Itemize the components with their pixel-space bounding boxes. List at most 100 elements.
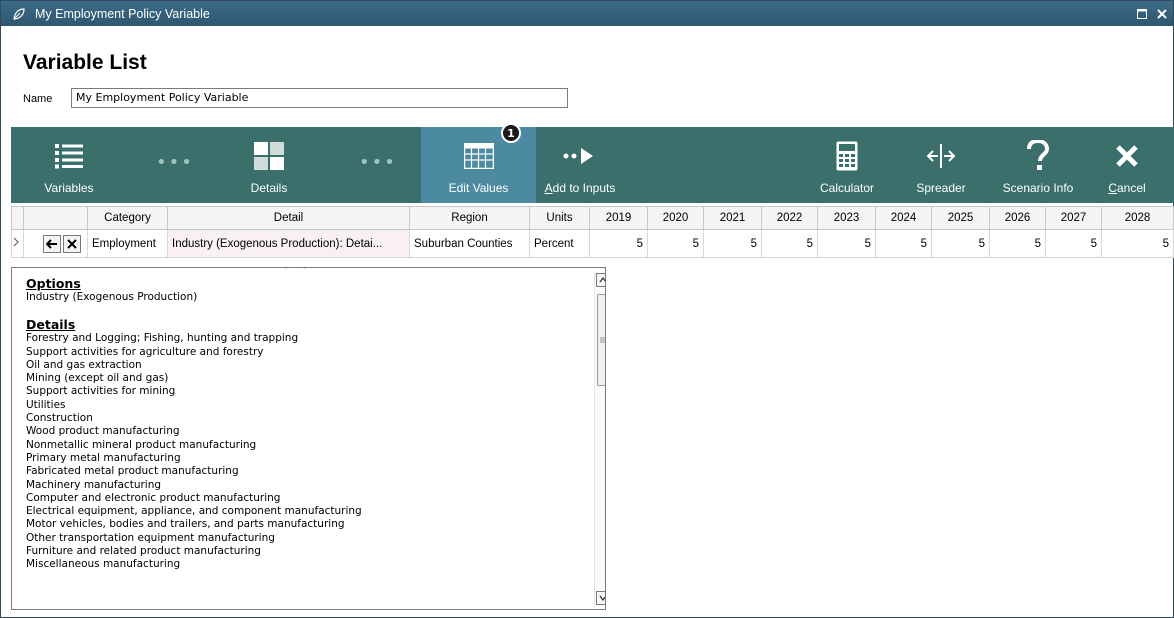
list-item[interactable]: Oil and gas extraction [26,359,581,372]
step-dots: ••• [359,152,397,173]
spreader-icon [926,139,956,173]
scenario-info-button[interactable]: Scenario Info [993,127,1083,203]
window-title: My Employment Policy Variable [35,6,210,21]
actions-header [23,206,88,230]
detail-cell[interactable]: Industry (Exogenous Production): Detai..… [167,229,410,258]
cancel-button[interactable]: Cancel [1099,127,1155,203]
value-cell[interactable]: 5 [1101,229,1174,258]
spreader-label: Spreader [916,181,966,195]
maximize-icon[interactable] [1133,5,1151,23]
details-icon [254,139,284,173]
list-item[interactable]: Miscellaneous manufacturing [26,558,581,571]
column-header[interactable]: 2027 [1045,206,1102,230]
spreader-button[interactable]: Spreader [906,127,976,203]
scroll-thumb[interactable] [597,294,605,386]
cancel-label: Cancel [1108,181,1146,195]
scenario-info-label: Scenario Info [1002,181,1074,195]
list-item[interactable]: Industry (Exogenous Production) [26,291,581,304]
calculator-icon [836,139,858,173]
variable-grid: Category Detail Region Units 2019 2020 2… [11,206,1174,258]
step-badge: 1 [501,123,521,143]
cancel-icon [1115,139,1139,173]
calculator-label: Calculator [819,181,875,195]
column-header[interactable]: Region [409,206,530,230]
value-cell[interactable]: 5 [875,229,932,258]
row-selector-header [11,206,24,230]
edit-values-label: Edit Values [448,181,509,195]
grid-header-row: Category Detail Region Units 2019 2020 2… [11,206,1174,230]
list-item[interactable]: Machinery manufacturing [26,479,581,492]
name-label: Name [23,93,53,105]
calculator-button[interactable]: Calculator [811,127,883,203]
variables-button[interactable]: Variables [29,127,109,203]
list-item[interactable]: Mining (except oil and gas) [26,372,581,385]
list-item[interactable]: Motor vehicles, bodies and trailers, and… [26,518,581,531]
region-cell[interactable]: Suburban Counties [409,229,530,258]
list-item[interactable]: Furniture and related product manufactur… [26,545,581,558]
row-indicator-icon [13,237,19,247]
list-icon [55,139,83,173]
scroll-up-icon[interactable] [596,273,605,287]
list-item[interactable]: Other transportation equipment manufactu… [26,532,581,545]
value-cell[interactable]: 5 [931,229,990,258]
table-row[interactable]: Employment Industry (Exogenous Productio… [11,229,1174,258]
column-header[interactable]: 2022 [761,206,818,230]
units-cell[interactable]: Percent [529,229,590,258]
value-cell[interactable]: 5 [1045,229,1102,258]
name-field[interactable]: My Employment Policy Variable [71,88,568,108]
column-header[interactable]: Detail [167,206,410,230]
column-header[interactable]: Units [529,206,590,230]
column-header[interactable]: 2020 [647,206,704,230]
column-header[interactable]: Category [87,206,168,230]
list-item[interactable]: Computer and electronic product manufact… [26,492,581,505]
page-title: Variable List [23,51,147,74]
variables-label: Variables [44,181,94,195]
options-heading: Options [26,276,81,291]
details-label: Details [250,181,288,195]
value-cell[interactable]: 5 [817,229,876,258]
list-item[interactable]: Utilities [26,399,581,412]
list-item[interactable]: Primary metal manufacturing [26,452,581,465]
value-cell[interactable]: 5 [761,229,818,258]
arrow-dots-icon [563,139,597,173]
column-header[interactable]: 2021 [703,206,762,230]
scroll-down-icon[interactable] [596,591,605,605]
value-cell[interactable]: 5 [989,229,1046,258]
value-cell[interactable]: 5 [703,229,762,258]
list-item[interactable]: Forestry and Logging; Fishing, hunting a… [26,332,581,345]
list-item[interactable]: Nonmetallic mineral product manufacturin… [26,439,581,452]
column-header[interactable]: 2024 [875,206,932,230]
column-header[interactable]: 2019 [589,206,648,230]
close-icon[interactable] [1153,5,1171,23]
back-arrow-icon[interactable] [43,234,61,253]
details-list: Forestry and Logging; Fishing, hunting a… [26,332,581,571]
detail-dropdown-popup: Options Industry (Exogenous Production) … [11,267,606,610]
add-to-inputs-label: Add to Inputs [544,181,616,195]
column-header[interactable]: 2025 [931,206,990,230]
question-icon [1026,139,1050,173]
list-item[interactable]: Construction [26,412,581,425]
list-item[interactable]: Support activities for mining [26,385,581,398]
row-actions [23,229,88,258]
step-dots: ••• [156,152,194,173]
value-cell[interactable]: 5 [589,229,648,258]
list-item[interactable]: Support activities for agriculture and f… [26,346,581,359]
column-header[interactable]: 2026 [989,206,1046,230]
delete-icon[interactable] [63,234,81,253]
details-button[interactable]: Details [237,127,301,203]
list-item[interactable]: Fabricated metal product manufacturing [26,465,581,478]
value-cell[interactable]: 5 [647,229,704,258]
title-bar: My Employment Policy Variable [1,1,1173,26]
scrollbar[interactable] [594,272,605,607]
list-item[interactable]: Electrical equipment, appliance, and com… [26,505,581,518]
row-selector[interactable] [11,229,24,258]
category-cell[interactable]: Employment [87,229,168,258]
leaf-icon [11,6,27,22]
add-to-inputs-button[interactable]: Add to Inputs [537,127,623,203]
list-item[interactable]: Wood product manufacturing [26,425,581,438]
column-header[interactable]: 2023 [817,206,876,230]
column-header[interactable]: 2028 [1101,206,1174,230]
details-heading: Details [26,317,76,333]
grid-icon [463,139,494,173]
